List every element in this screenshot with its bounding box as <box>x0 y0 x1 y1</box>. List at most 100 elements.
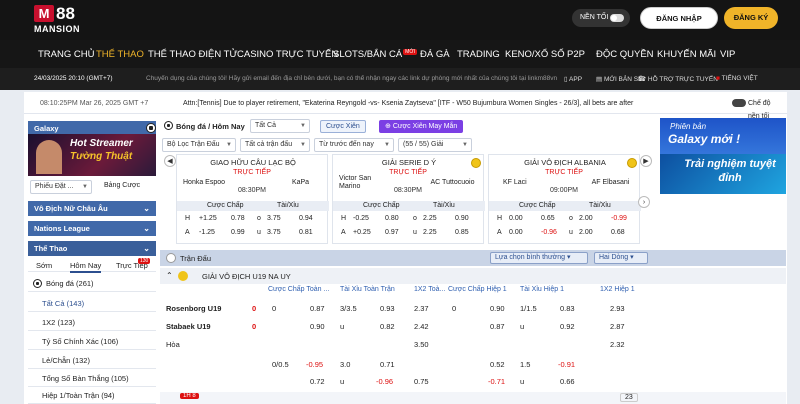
handicap-odds[interactable]: -0.96 <box>541 227 557 239</box>
all-matches-select[interactable]: Tất cả trận đấu ▼ <box>240 138 310 152</box>
market-item[interactable]: 1X2 (123) <box>28 315 156 331</box>
nav-vip[interactable]: VIP <box>720 49 735 60</box>
nav-cockfight[interactable]: ĐÁ GÀ <box>420 49 450 60</box>
h1-1x2-odds[interactable]: 2.87 <box>610 322 625 331</box>
date-range-select[interactable]: Từ trước đến nay ▼ <box>314 138 394 152</box>
lucky-parlay-chip[interactable]: ⊕ Cược Xiên May Mắn <box>379 120 464 133</box>
market-item[interactable]: Hiệp 1/Toàn Trận (94) <box>28 388 156 404</box>
match-card[interactable]: GIẢI SERIE D Ý TRỰC TIẾP Victor San Mari… <box>332 154 485 244</box>
1x2-odds[interactable]: 3.50 <box>414 340 429 349</box>
nav-sports[interactable]: THỂ THAO <box>96 49 144 60</box>
pin-icon[interactable] <box>471 158 481 168</box>
league-count-select[interactable]: (55 / 55) Giải ▼ <box>398 138 472 152</box>
nav-p2p[interactable]: P2P <box>567 49 585 60</box>
handicap-odds[interactable]: 0.72 <box>310 377 325 386</box>
tab-early[interactable]: Sớm <box>36 261 52 270</box>
nav-promotions[interactable]: KHUYẾN MÃI <box>657 49 716 60</box>
prev-arrow-icon[interactable]: ◀ <box>164 155 176 167</box>
register-button[interactable]: ĐĂNG KÝ <box>724 7 778 29</box>
match-filter-select[interactable]: Bộ Lọc Trận Đấu ▼ <box>162 138 236 152</box>
star-icon[interactable] <box>178 271 188 281</box>
news-link[interactable]: ▤ MỚI BẢN SẾ <box>596 75 642 83</box>
match-card[interactable]: GIẢI VÔ ĐỊCH ALBANIA TRỰC TIẾP KF Laci A… <box>488 154 641 244</box>
nav-keno[interactable]: KENO/XỔ SỐ <box>505 49 565 60</box>
logo[interactable]: M 88 MANSION <box>34 5 104 35</box>
total-odds[interactable]: -0.96 <box>376 377 393 386</box>
nav-trading[interactable]: TRADING <box>457 49 500 60</box>
nav-casino[interactable]: CASINO TRỰC TUYẾN <box>237 49 338 60</box>
total-odds[interactable]: 0.68 <box>611 227 625 239</box>
1x2-odds[interactable]: 2.37 <box>414 304 429 313</box>
handicap-odds[interactable]: 0.65 <box>541 213 555 225</box>
login-button[interactable]: ĐĂNG NHẬP <box>640 7 718 29</box>
announcement[interactable]: Attn:[Tennis] Due to player retirement, … <box>183 100 633 107</box>
market-filter-select[interactable]: Tất Cả ▼ <box>250 119 310 133</box>
market-item[interactable]: Tất Cả (143) <box>28 296 156 312</box>
scroll-arrow-icon[interactable]: › <box>638 196 650 208</box>
streamer-banner[interactable]: Hot Streamer Tường Thuật <box>28 134 156 176</box>
collapse-icon[interactable]: ⌃ <box>166 271 173 280</box>
sidebar-section-euro-women[interactable]: Vô Địch Nữ Châu Âu ⌄ <box>28 201 156 216</box>
odds-row[interactable]: H +1.25 0.78 o 3.75 0.94 <box>177 213 329 225</box>
view-mode-select[interactable]: Lựa chọn bình thường ▾ <box>490 252 588 264</box>
sidebar-section-sports[interactable]: Thể Thao ⌄ <box>28 241 156 256</box>
1x2-odds[interactable]: 2.42 <box>414 322 429 331</box>
more-markets-count[interactable]: 23 <box>620 393 638 402</box>
dark-mode-toggle[interactable]: NỀN TỐI <box>572 9 630 27</box>
match-card[interactable]: GIAO HỮU CÂU LẠC BỘ TRỰC TIẾP Honka Espo… <box>176 154 329 244</box>
odds-row[interactable]: A -1.25 0.99 u 3.75 0.81 <box>177 227 329 239</box>
toggle-switch[interactable] <box>610 14 624 22</box>
total-odds[interactable]: 0.81 <box>299 227 313 239</box>
total-odds[interactable]: 0.85 <box>455 227 469 239</box>
nav-slots[interactable]: SLOTS/BẮN CÁ MỚI <box>333 49 418 60</box>
h1-total-odds[interactable]: 0.66 <box>560 377 575 386</box>
handicap-odds[interactable]: 0.78 <box>231 213 245 225</box>
total-odds[interactable]: 0.90 <box>455 213 469 225</box>
dark-mode-switch[interactable]: Chế độ nền tối <box>732 97 782 120</box>
odds-row[interactable]: H 0.00 0.65 o 2.00 -0.99 <box>489 213 641 225</box>
odds-row[interactable]: H -0.25 0.80 o 2.25 0.90 <box>333 213 485 225</box>
market-item[interactable]: Lẻ/Chẵn (132) <box>28 353 156 369</box>
h1-handicap-odds[interactable]: 0.87 <box>490 322 505 331</box>
h1-handicap-odds[interactable]: 0.90 <box>490 304 505 313</box>
market-item[interactable]: Tỷ Số Chính Xác (106) <box>28 334 156 350</box>
h1-total-odds[interactable]: 0.83 <box>560 304 575 313</box>
odds-row[interactable]: A 0.00 -0.96 u 2.00 0.68 <box>489 227 641 239</box>
experience-promo-banner[interactable]: Trải nghiệm tuyệt đỉnh <box>660 154 786 194</box>
h1-handicap-odds[interactable]: -0.71 <box>488 377 505 386</box>
h1-handicap-odds[interactable]: 0.52 <box>490 360 505 369</box>
odds-row[interactable]: A +0.25 0.97 u 2.25 0.85 <box>333 227 485 239</box>
total-odds[interactable]: 0.82 <box>380 322 395 331</box>
nav-home[interactable]: TRANG CHỦ <box>38 49 94 60</box>
total-odds[interactable]: -0.99 <box>611 213 627 225</box>
next-match-row[interactable]: 1H 8 23 <box>160 392 786 404</box>
handicap-odds[interactable]: 0.80 <box>385 213 399 225</box>
h1-total-odds[interactable]: -0.91 <box>558 360 575 369</box>
handicap-odds[interactable]: 0.90 <box>310 322 325 331</box>
tab-today[interactable]: Hôm Nay <box>70 261 102 273</box>
app-link[interactable]: ▯ APP <box>564 75 582 83</box>
total-odds[interactable]: 0.94 <box>299 213 313 225</box>
h1-1x2-odds[interactable]: 2.93 <box>610 304 625 313</box>
league-row[interactable]: ⌃ GIẢI VÔ ĐỊCH U19 NA UY <box>160 268 786 284</box>
sidebar-section-nations-league[interactable]: Nations League ⌄ <box>28 221 156 236</box>
sport-football[interactable]: Bóng đá (261) <box>28 276 156 292</box>
language-select[interactable]: ■ TIẾNG VIỆT <box>716 75 758 82</box>
h1-1x2-odds[interactable]: 2.32 <box>610 340 625 349</box>
line-mode-select[interactable]: Hai Dòng ▾ <box>594 252 648 264</box>
1x2-odds[interactable]: 0.75 <box>414 377 429 386</box>
handicap-odds[interactable]: 0.99 <box>231 227 245 239</box>
h1-total-odds[interactable]: 0.92 <box>560 322 575 331</box>
support-link[interactable]: ☎ HỖ TRỢ TRỰC TUYẾN <box>638 75 718 83</box>
parlay-chip[interactable]: Cược Xiên <box>320 120 366 133</box>
nav-esports[interactable]: THỂ THAO ĐIỆN TỬ <box>148 49 238 60</box>
market-item[interactable]: Tổng Số Bàn Thắng (105) <box>28 371 156 387</box>
total-odds[interactable]: 0.71 <box>380 360 395 369</box>
total-odds[interactable]: 0.93 <box>380 304 395 313</box>
handicap-odds[interactable]: -0.95 <box>306 360 323 369</box>
handicap-odds[interactable]: 0.87 <box>310 304 325 313</box>
bet-slip-select[interactable]: Phiếu Đặt ... ▼ <box>30 180 92 194</box>
bet-board-tab[interactable]: Bảng Cược <box>104 182 140 189</box>
nav-exclusive[interactable]: ĐỘC QUYỀN <box>596 49 654 60</box>
handicap-odds[interactable]: 0.97 <box>385 227 399 239</box>
